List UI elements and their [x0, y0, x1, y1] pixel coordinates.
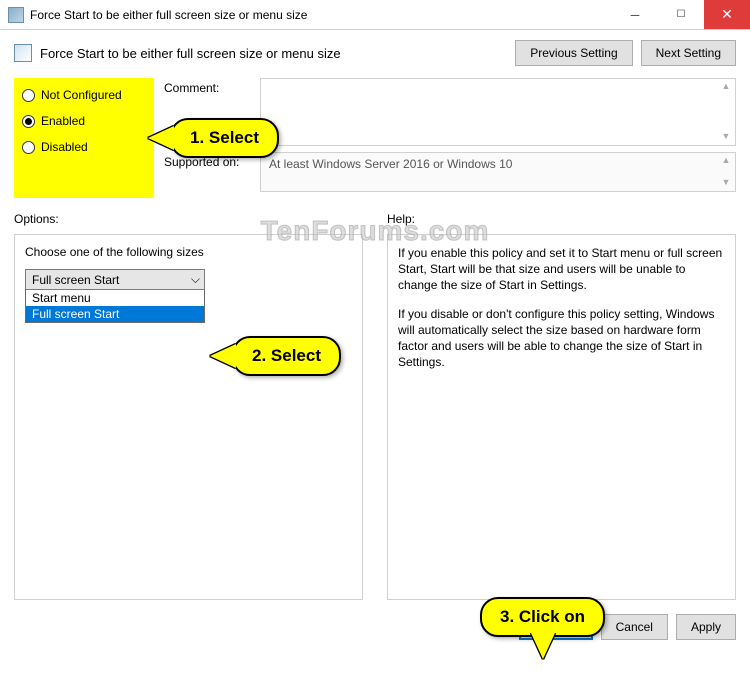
- close-button[interactable]: [704, 0, 750, 29]
- window-title: Force Start to be either full screen siz…: [30, 8, 612, 22]
- comment-label: Comment:: [164, 78, 260, 146]
- cancel-button[interactable]: Cancel: [601, 614, 668, 640]
- next-setting-button[interactable]: Next Setting: [641, 40, 736, 66]
- scroll-down-icon[interactable]: [720, 131, 732, 143]
- scroll-down-icon: [720, 177, 732, 189]
- radio-disabled[interactable]: Disabled: [20, 134, 148, 160]
- scroll-up-icon: [720, 155, 732, 167]
- radio-label: Enabled: [41, 114, 85, 128]
- config-row: Not Configured Enabled Disabled Comment:…: [0, 78, 750, 198]
- titlebar: Force Start to be either full screen siz…: [0, 0, 750, 30]
- dropdown-item-start-menu[interactable]: Start menu: [26, 290, 204, 306]
- policy-icon: [14, 44, 32, 62]
- ok-button[interactable]: OK: [519, 614, 592, 640]
- apply-button[interactable]: Apply: [676, 614, 736, 640]
- comment-input[interactable]: [260, 78, 736, 146]
- dropdown-item-full-screen[interactable]: Full screen Start: [26, 306, 204, 322]
- section-labels: Options: Help:: [0, 198, 750, 226]
- header: Force Start to be either full screen siz…: [0, 30, 750, 78]
- panels: Choose one of the following sizes Full s…: [0, 226, 750, 600]
- previous-setting-button[interactable]: Previous Setting: [515, 40, 632, 66]
- state-radios: Not Configured Enabled Disabled: [14, 78, 154, 198]
- supported-value: At least Windows Server 2016 or Windows …: [260, 152, 736, 192]
- help-paragraph: If you disable or don't configure this p…: [398, 306, 725, 371]
- radio-circle-icon: [22, 89, 35, 102]
- maximize-button[interactable]: [658, 0, 704, 29]
- help-paragraph: If you enable this policy and set it to …: [398, 245, 725, 294]
- app-icon: [8, 7, 24, 23]
- policy-title: Force Start to be either full screen siz…: [40, 46, 515, 61]
- dropdown-list: Start menu Full screen Start: [25, 289, 205, 323]
- radio-enabled[interactable]: Enabled: [20, 108, 148, 134]
- options-panel: Choose one of the following sizes Full s…: [14, 234, 363, 600]
- radio-circle-icon: [22, 115, 35, 128]
- radio-not-configured[interactable]: Not Configured: [20, 82, 148, 108]
- radio-circle-icon: [22, 141, 35, 154]
- radio-label: Disabled: [41, 140, 88, 154]
- options-label: Options:: [14, 212, 363, 226]
- scroll-up-icon[interactable]: [720, 81, 732, 93]
- size-dropdown[interactable]: Full screen Start Start menu Full screen…: [25, 269, 205, 323]
- radio-label: Not Configured: [41, 88, 122, 102]
- dialog-buttons: OK Cancel Apply: [0, 600, 750, 654]
- choose-size-label: Choose one of the following sizes: [25, 245, 352, 259]
- minimize-button[interactable]: [612, 0, 658, 29]
- supported-text: At least Windows Server 2016 or Windows …: [269, 157, 512, 171]
- help-label: Help:: [387, 212, 736, 226]
- dropdown-selected[interactable]: Full screen Start: [25, 269, 205, 290]
- window-buttons: [612, 0, 750, 29]
- supported-label: Supported on:: [164, 152, 260, 192]
- help-panel: If you enable this policy and set it to …: [387, 234, 736, 600]
